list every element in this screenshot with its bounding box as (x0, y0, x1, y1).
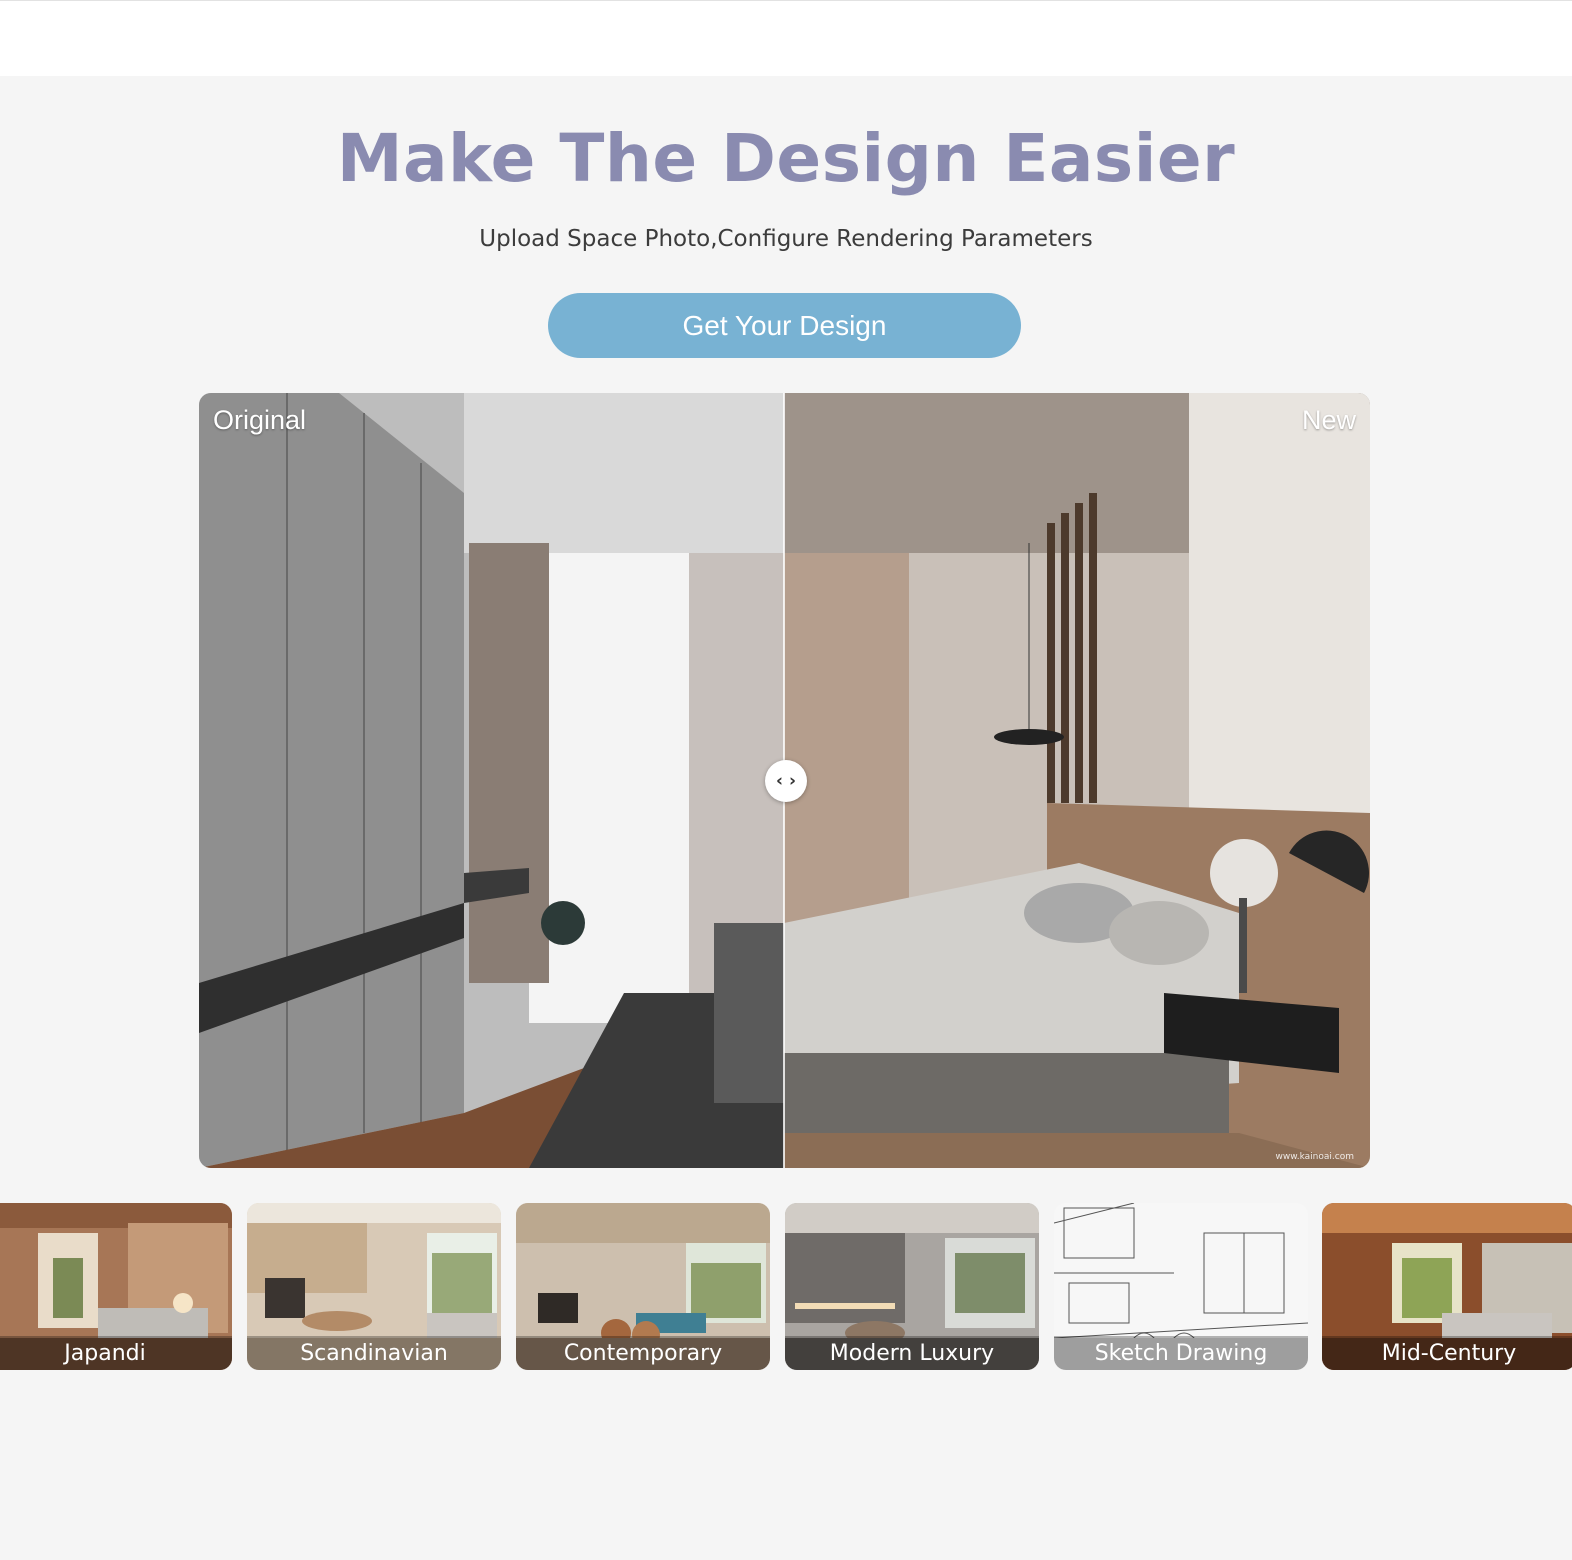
new-label: New (1301, 405, 1356, 435)
slider-handle-icon[interactable]: ‹ › (765, 760, 807, 802)
top-nav-bar (0, 0, 1572, 76)
before-after-comparison[interactable]: Original New ‹ › www.kainoai.com (199, 393, 1370, 1168)
get-your-design-button[interactable]: Get Your Design (548, 293, 1021, 358)
style-label-sketch-drawing: Sketch Drawing (1054, 1336, 1308, 1370)
style-label-mid-century: Mid-Century (1322, 1336, 1572, 1370)
style-label-contemporary: Contemporary (516, 1336, 770, 1370)
style-carousel[interactable]: Japandi Scandinavian Contemporary Modern… (0, 1203, 1572, 1371)
style-card-mid-century[interactable]: Mid-Century (1322, 1203, 1572, 1370)
style-label-scandinavian: Scandinavian (247, 1336, 501, 1370)
style-label-japandi: Japandi (0, 1336, 232, 1370)
original-label: Original (213, 405, 307, 435)
style-card-modern-luxury[interactable]: Modern Luxury (785, 1203, 1039, 1370)
hero-title: Make The Design Easier (336, 120, 1236, 197)
watermark: www.kainoai.com (1275, 1152, 1355, 1162)
style-label-modern-luxury: Modern Luxury (785, 1336, 1039, 1370)
style-card-japandi[interactable]: Japandi (0, 1203, 232, 1370)
style-card-scandinavian[interactable]: Scandinavian (247, 1203, 501, 1370)
hero-subtitle: Upload Space Photo,Configure Rendering P… (479, 226, 1093, 252)
style-card-contemporary[interactable]: Contemporary (516, 1203, 770, 1370)
style-card-sketch-drawing[interactable]: Sketch Drawing (1054, 1203, 1308, 1370)
